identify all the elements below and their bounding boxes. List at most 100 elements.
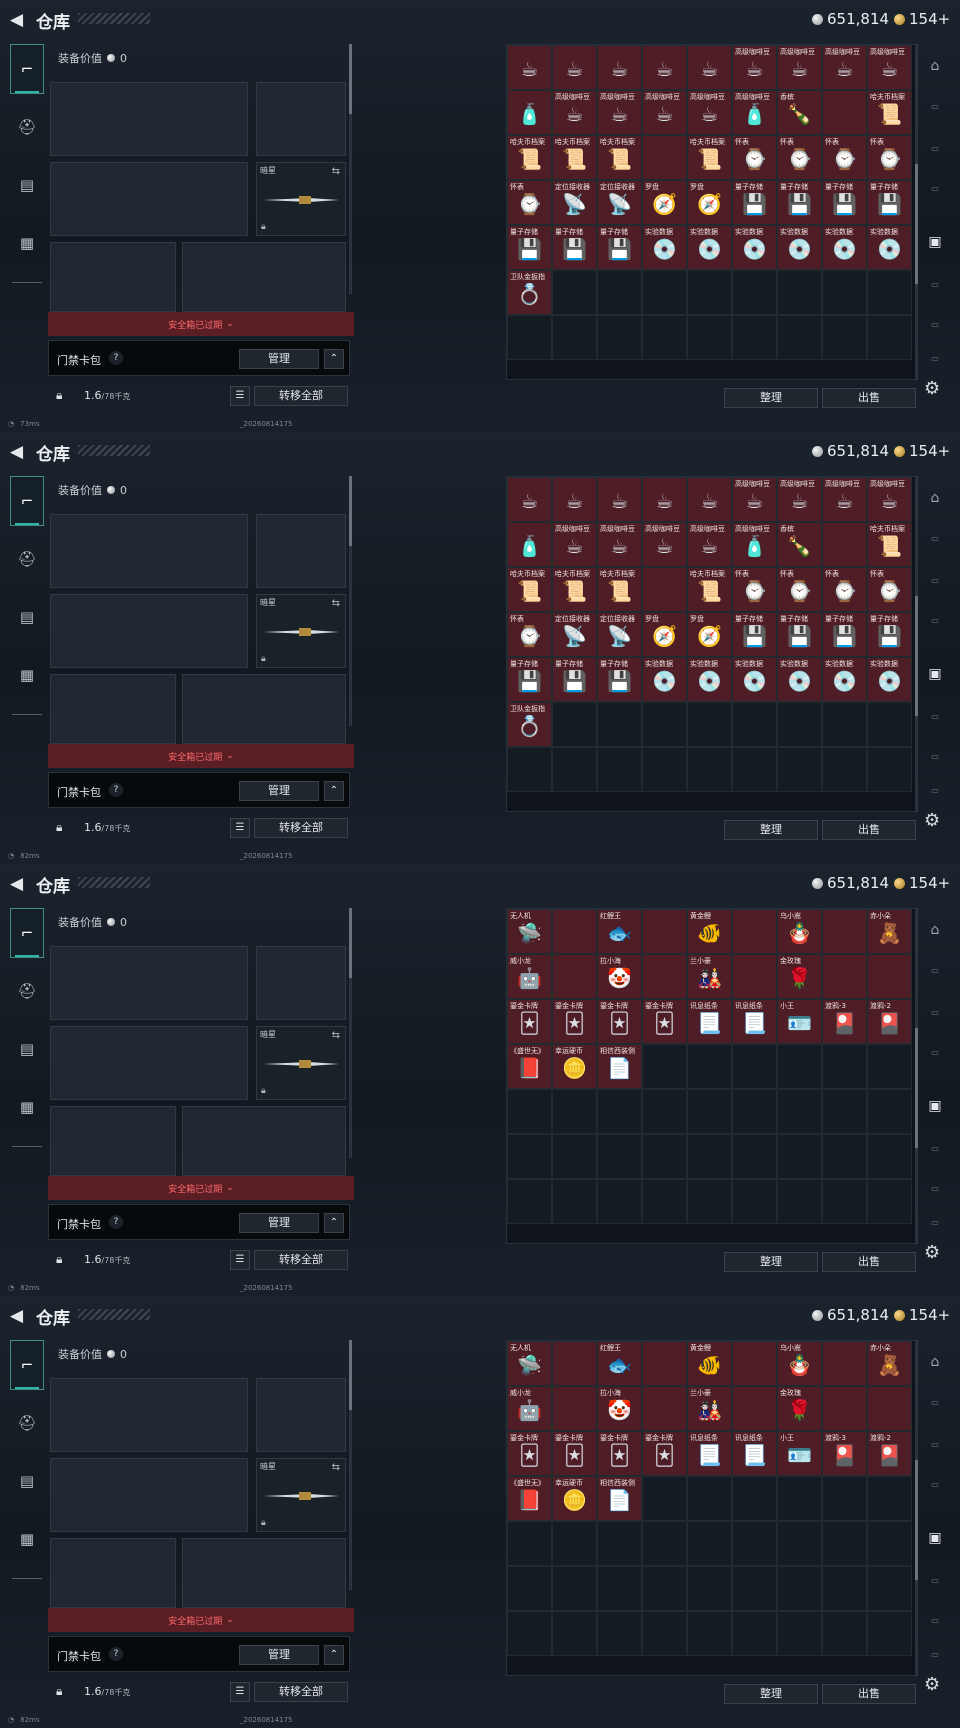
storage-cell[interactable] bbox=[597, 1134, 642, 1179]
storage-cell[interactable]: 量子存储 💾 bbox=[822, 612, 867, 657]
storage-cell[interactable]: 兰小豪 🎎 bbox=[687, 1386, 732, 1431]
storage-cell[interactable] bbox=[777, 1044, 822, 1089]
storage-cell[interactable] bbox=[687, 702, 732, 747]
nav-weapons-tab[interactable]: ⌐ bbox=[10, 908, 44, 958]
storage-cell[interactable] bbox=[822, 747, 867, 792]
storage-cell[interactable] bbox=[867, 702, 912, 747]
storage-cell[interactable]: ☕ bbox=[687, 45, 732, 90]
nav-briefcase-tab[interactable]: ▦ bbox=[10, 1082, 44, 1132]
category-tab-icon[interactable]: ▭ bbox=[922, 102, 948, 126]
storage-cell[interactable]: ☕ bbox=[552, 477, 597, 522]
safebox-expired-banner[interactable]: 安全箱已过期 ⌄ bbox=[48, 1608, 354, 1632]
storage-cell[interactable]: ☕ bbox=[597, 477, 642, 522]
storage-cell[interactable]: 威小龙 🤖 bbox=[507, 1386, 552, 1431]
storage-cell[interactable] bbox=[642, 315, 687, 360]
storage-scrollbar[interactable] bbox=[915, 1340, 918, 1676]
storage-cell[interactable]: 渡鸦-2 🎴 bbox=[867, 999, 912, 1044]
storage-cell[interactable]: 高级咖啡豆 ☕ bbox=[552, 522, 597, 567]
storage-cell[interactable]: 怀表 ⌚ bbox=[822, 567, 867, 612]
nav-armor-tab[interactable]: ⛑ bbox=[10, 102, 44, 152]
storage-cell[interactable]: 幸运硬币 🪙 bbox=[552, 1476, 597, 1521]
all-items-icon[interactable]: ⌂ bbox=[922, 1354, 948, 1378]
melee-slot[interactable]: 暗星 ⇆ 🔒︎ bbox=[256, 1458, 346, 1532]
storage-cell[interactable]: 鎏金卡牌 🃏 bbox=[642, 999, 687, 1044]
equipment-scrollbar[interactable] bbox=[349, 1340, 352, 1590]
storage-cell[interactable] bbox=[867, 1089, 912, 1134]
storage-cell[interactable] bbox=[822, 1341, 867, 1386]
storage-cell[interactable]: 怀表 ⌚ bbox=[867, 567, 912, 612]
storage-cell[interactable]: 实验数据 💿 bbox=[732, 225, 777, 270]
storage-cell[interactable]: 黄金鲤 🐠 bbox=[687, 1341, 732, 1386]
storage-cell[interactable]: ☕ bbox=[552, 45, 597, 90]
safebox-expired-banner[interactable]: 安全箱已过期 ⌄ bbox=[48, 1176, 354, 1200]
storage-cell[interactable]: 量子存储 💾 bbox=[552, 225, 597, 270]
storage-cell[interactable]: 金玫瑰 🌹 bbox=[777, 954, 822, 999]
storage-cell[interactable]: 乌小嵩 🪆 bbox=[777, 1341, 822, 1386]
storage-cell[interactable] bbox=[867, 1611, 912, 1656]
storage-cell[interactable] bbox=[777, 315, 822, 360]
nav-armor-tab[interactable]: ⛑ bbox=[10, 1398, 44, 1448]
storage-cell[interactable]: 高级咖啡豆 ☕ bbox=[642, 522, 687, 567]
melee-slot[interactable]: 暗星 ⇆ 🔒︎ bbox=[256, 594, 346, 668]
storage-cell[interactable] bbox=[867, 1521, 912, 1566]
storage-cell[interactable] bbox=[867, 1044, 912, 1089]
storage-cell[interactable] bbox=[642, 954, 687, 999]
storage-cell[interactable]: 鎏金卡牌 🃏 bbox=[597, 1431, 642, 1476]
storage-cell[interactable]: ☕ bbox=[642, 477, 687, 522]
storage-cell[interactable] bbox=[777, 1476, 822, 1521]
swap-icon[interactable]: ⇆ bbox=[332, 1462, 340, 1473]
storage-cell[interactable]: 拉小海 🤡 bbox=[597, 1386, 642, 1431]
storage-cell[interactable] bbox=[687, 1566, 732, 1611]
storage-cell[interactable] bbox=[822, 315, 867, 360]
storage-cell[interactable]: 实验数据 💿 bbox=[777, 225, 822, 270]
storage-cell[interactable] bbox=[507, 315, 552, 360]
transfer-all-button[interactable]: 转移全部 bbox=[254, 1250, 348, 1270]
storage-cell[interactable] bbox=[642, 1179, 687, 1224]
gear-icon[interactable]: ⚙ bbox=[924, 378, 940, 399]
transfer-all-button[interactable]: 转移全部 bbox=[254, 818, 348, 838]
storage-cell[interactable]: 赤小朵 🧸 bbox=[867, 1341, 912, 1386]
storage-cell[interactable]: 高级咖啡豆 ☕ bbox=[687, 90, 732, 135]
storage-cell[interactable] bbox=[822, 909, 867, 954]
storage-cell[interactable]: 无人机 🛸 bbox=[507, 909, 552, 954]
storage-cell[interactable]: 实验数据 💿 bbox=[687, 225, 732, 270]
storage-cell[interactable] bbox=[732, 1134, 777, 1179]
storage-cell[interactable]: 黄金鲤 🐠 bbox=[687, 909, 732, 954]
storage-cell[interactable]: 怀表 ⌚ bbox=[507, 180, 552, 225]
storage-cell[interactable]: 高级咖啡豆 ☕ bbox=[822, 477, 867, 522]
storage-cell[interactable] bbox=[642, 747, 687, 792]
storage-cell[interactable] bbox=[822, 1386, 867, 1431]
storage-cell[interactable] bbox=[822, 1179, 867, 1224]
storage-cell[interactable] bbox=[822, 954, 867, 999]
sell-button[interactable]: 出售 bbox=[822, 1684, 916, 1704]
storage-cell[interactable] bbox=[597, 1179, 642, 1224]
nav-clipboard-tab[interactable]: ▤ bbox=[10, 160, 44, 210]
storage-cell[interactable] bbox=[597, 1521, 642, 1566]
category-tab-icon[interactable]: ▭ bbox=[922, 1440, 948, 1464]
safebox-expired-banner[interactable]: 安全箱已过期 ⌄ bbox=[48, 312, 354, 336]
storage-cell[interactable] bbox=[552, 909, 597, 954]
storage-cell[interactable]: 量子存储 💾 bbox=[732, 180, 777, 225]
helmet-slot[interactable] bbox=[50, 242, 176, 312]
storage-cell[interactable]: 哈夫币档案 📜 bbox=[552, 567, 597, 612]
storage-cell[interactable]: 无人机 🛸 bbox=[507, 1341, 552, 1386]
transfer-all-button[interactable]: 转移全部 bbox=[254, 386, 348, 406]
storage-cell[interactable] bbox=[597, 747, 642, 792]
storage-cell[interactable]: 高级咖啡豆 ☕ bbox=[597, 522, 642, 567]
sell-button[interactable]: 出售 bbox=[822, 820, 916, 840]
storage-cell[interactable]: 哈夫币档案 📜 bbox=[687, 567, 732, 612]
storage-cell[interactable] bbox=[732, 1089, 777, 1134]
help-icon[interactable]: ? bbox=[109, 351, 123, 365]
storage-cell[interactable]: 相信西装侧 📄 bbox=[597, 1476, 642, 1521]
storage-cell[interactable] bbox=[642, 1341, 687, 1386]
storage-cell[interactable] bbox=[642, 1521, 687, 1566]
storage-cell[interactable] bbox=[777, 1179, 822, 1224]
storage-cell[interactable]: 量子存储 💾 bbox=[507, 225, 552, 270]
equipment-scrollbar[interactable] bbox=[349, 908, 352, 1158]
back-arrow-icon[interactable]: ◀ bbox=[10, 10, 23, 30]
sell-button[interactable]: 出售 bbox=[822, 388, 916, 408]
storage-cell[interactable]: 高级咖啡豆 ☕ bbox=[597, 90, 642, 135]
storage-cell[interactable]: 幸运硬币 🪙 bbox=[552, 1044, 597, 1089]
storage-cell[interactable] bbox=[732, 315, 777, 360]
storage-cell[interactable]: 量子存储 💾 bbox=[867, 180, 912, 225]
